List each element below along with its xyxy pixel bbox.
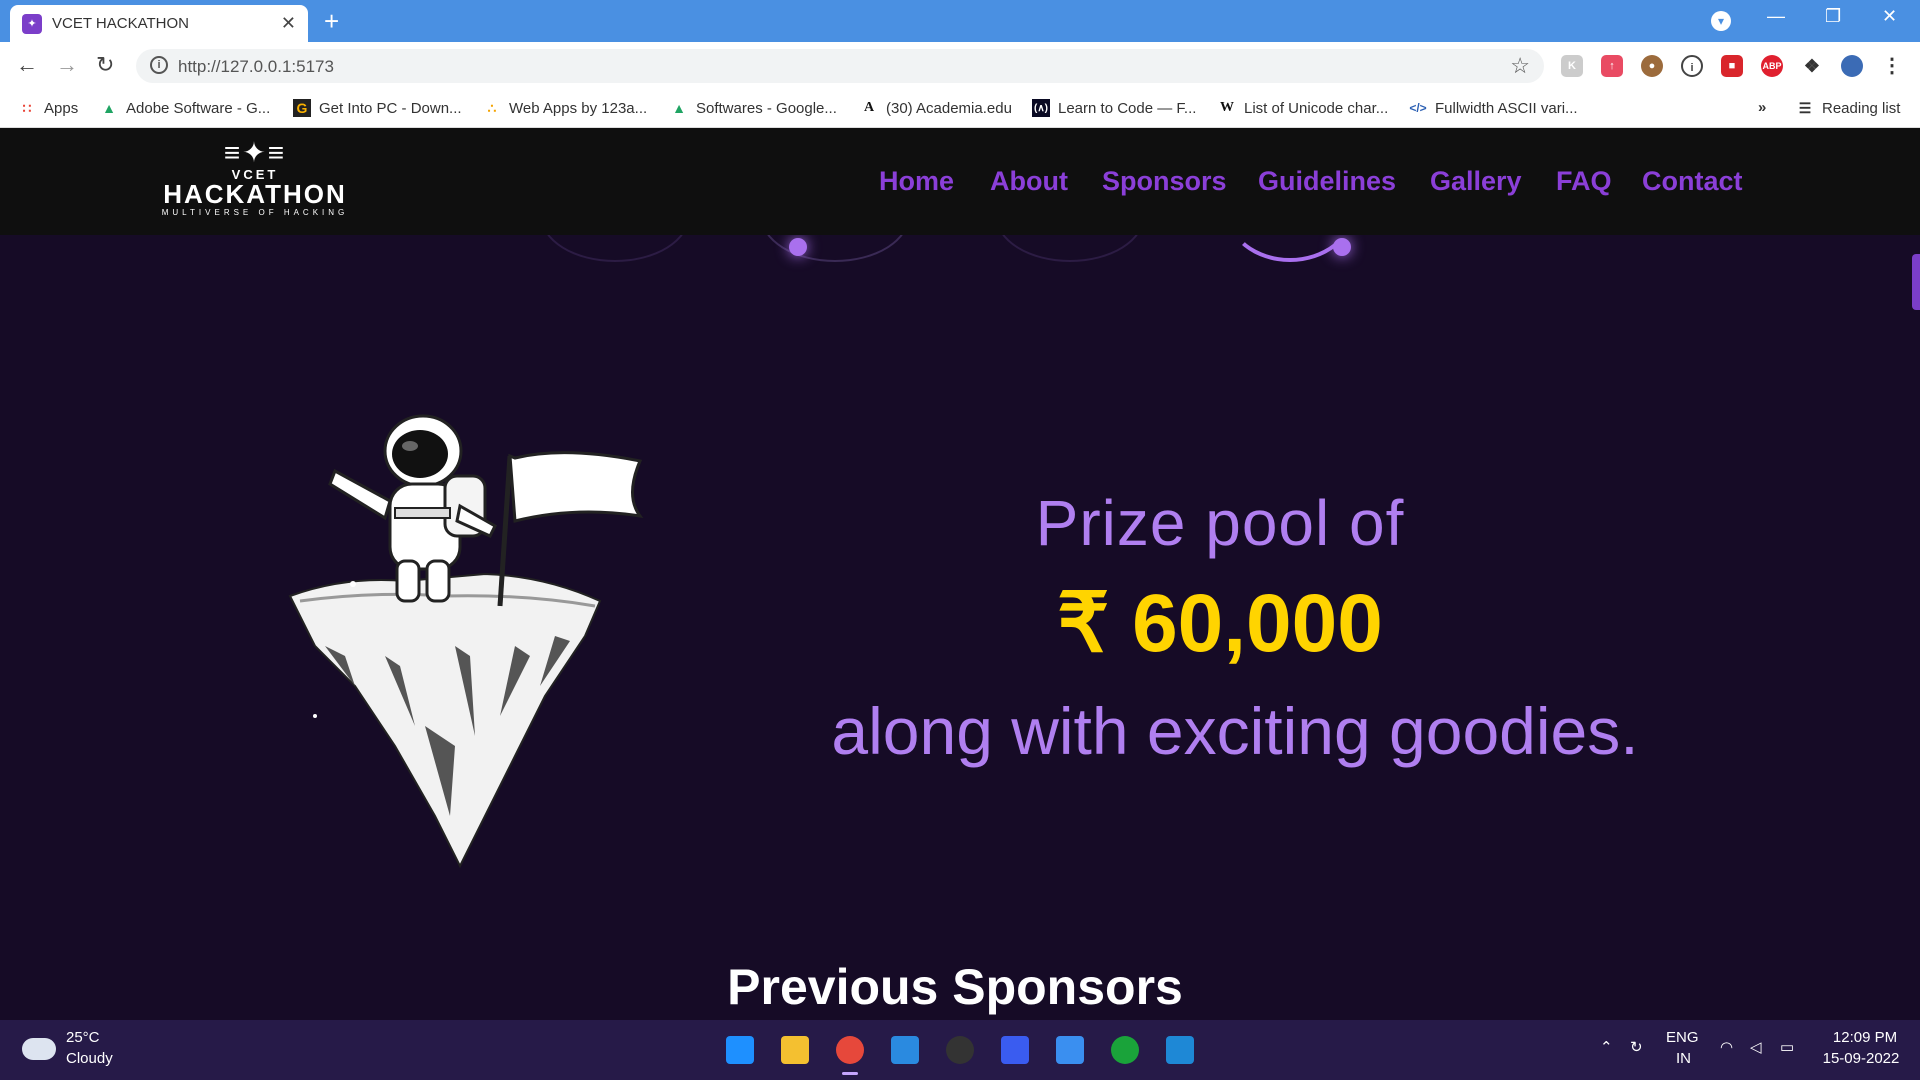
region-code[interactable]: IN [1676, 1050, 1691, 1067]
prize-goodies-text: along with exciting goodies. [831, 694, 1639, 768]
bookmark-fullwidth[interactable]: </> Fullwidth ASCII vari... [1409, 99, 1577, 117]
g-icon: G [293, 99, 311, 117]
drive-icon: ▲ [102, 100, 116, 116]
nav-gallery[interactable]: Gallery [1430, 166, 1522, 197]
forward-icon[interactable]: → [56, 52, 78, 78]
bookmark-adobe[interactable]: ▲ Adobe Software - G... [100, 99, 270, 117]
clock-time[interactable]: 12:09 PM [1826, 1029, 1904, 1046]
drive-icon: ▲ [672, 100, 686, 116]
fcc-icon: (∧) [1032, 99, 1050, 117]
wifi-icon[interactable]: ◠ [1720, 1038, 1733, 1056]
apps-grid-icon: ∷ [22, 99, 32, 116]
dots-icon: ∴ [487, 99, 497, 116]
new-tab-button[interactable]: + [324, 6, 339, 36]
reading-list-icon: ☰ [1798, 99, 1812, 116]
battery-icon[interactable]: ▭ [1780, 1038, 1794, 1056]
profile-avatar[interactable] [1841, 55, 1863, 77]
astronaut-on-island-illustration [288, 414, 644, 869]
todo-icon[interactable] [1056, 1036, 1084, 1064]
tray-chevron-icon[interactable]: ⌃ [1600, 1038, 1613, 1056]
bookmarks-bar: ∷ Apps ▲ Adobe Software - G... G Get Into P… [0, 90, 1920, 128]
nav-home[interactable]: Home [879, 166, 954, 197]
nav-contact[interactable]: Contact [1642, 166, 1743, 197]
site-info-icon[interactable]: i [150, 56, 168, 74]
bookmark-apps[interactable]: ∷ Apps [18, 99, 79, 117]
back-icon[interactable]: ← [16, 52, 38, 78]
volume-icon[interactable]: ◁ [1750, 1038, 1762, 1056]
bookmark-webapps[interactable]: ∴ Web Apps by 123a... [483, 99, 648, 117]
orbit-dot [789, 238, 807, 256]
clock-date[interactable]: 15-09-2022 [1816, 1050, 1906, 1067]
browser-tab-strip: ✦ VCET HACKATHON ✕ + ▾ — ❐ ✕ [0, 0, 1920, 42]
address-bar[interactable]: i http://127.0.0.1:5173 ☆ [136, 49, 1544, 83]
cloud-weather-icon[interactable] [22, 1038, 56, 1060]
nav-sponsors[interactable]: Sponsors [1102, 166, 1227, 197]
weather-temp[interactable]: 25°C [66, 1029, 100, 1046]
bookmark-freecodecamp[interactable]: (∧) Learn to Code — F... [1032, 99, 1196, 117]
menu-kebab-icon[interactable]: ⋮ [1881, 55, 1903, 77]
previous-sponsors-heading: Previous Sponsors [727, 959, 1183, 1015]
wings-emblem-icon: ≡✦≡ [223, 137, 287, 168]
nav-faq[interactable]: FAQ [1556, 166, 1612, 197]
prize-amount: ₹ 60,000 [1057, 578, 1383, 669]
minimize-icon[interactable]: — [1767, 6, 1785, 27]
windows-taskbar: 25°C Cloudy ⌃ ↻ ENG IN ◠ ◁ ▭ 12:09 PM 15… [0, 1020, 1920, 1080]
bookmark-academia[interactable]: A (30) Academia.edu [860, 99, 1012, 117]
extension-icon-4[interactable]: i [1681, 55, 1703, 77]
extension-icon-1[interactable]: K [1561, 55, 1583, 77]
site-logo[interactable]: ≡✦≡ VCET HACKATHON MULTIVERSE OF HACKING [155, 138, 355, 226]
start-windows-icon[interactable] [726, 1036, 754, 1064]
scrollbar-thumb[interactable] [1912, 254, 1920, 310]
app-icon[interactable] [1001, 1036, 1029, 1064]
bookmarks-overflow-button[interactable]: » [1758, 99, 1766, 116]
a-icon: A [863, 100, 875, 115]
extension-icon-2[interactable]: ↑ [1601, 55, 1623, 77]
mail-icon[interactable] [891, 1036, 919, 1064]
nav-guidelines[interactable]: Guidelines [1258, 166, 1396, 197]
obs-icon[interactable] [946, 1036, 974, 1064]
bookmark-getintopc[interactable]: G Get Into PC - Down... [293, 99, 462, 117]
restore-icon[interactable]: ❐ [1825, 6, 1841, 27]
sync-icon[interactable]: ↻ [1630, 1038, 1643, 1056]
chrome-icon[interactable] [836, 1036, 864, 1064]
bookmark-star-icon[interactable]: ☆ [1510, 53, 1530, 79]
cookie-extension-icon[interactable]: ● [1641, 55, 1663, 77]
site-favicon-icon: ✦ [22, 13, 42, 34]
reload-icon[interactable]: ↻ [96, 52, 114, 78]
adblock-plus-icon[interactable]: ABP [1761, 55, 1783, 77]
weather-desc[interactable]: Cloudy [66, 1050, 113, 1067]
browser-tab[interactable]: ✦ VCET HACKATHON ✕ [10, 5, 308, 42]
file-explorer-icon[interactable] [781, 1036, 809, 1064]
address-bar-url[interactable]: http://127.0.0.1:5173 [178, 57, 334, 77]
wikipedia-icon: W [1220, 100, 1234, 115]
xbox-icon[interactable] [1111, 1036, 1139, 1064]
code-icon: </> [1409, 101, 1427, 115]
browser-toolbar: ← → ↻ i http://127.0.0.1:5173 ☆ K ↑ ● i … [0, 42, 1920, 90]
tab-title: VCET HACKATHON [52, 15, 189, 32]
orbit-dot [1333, 238, 1351, 256]
tab-close-icon[interactable]: ✕ [281, 13, 296, 34]
bookmark-softwares[interactable]: ▲ Softwares - Google... [670, 99, 837, 117]
extension-icon-5[interactable]: ■ [1721, 55, 1743, 77]
bookmark-wikipedia[interactable]: W List of Unicode char... [1218, 99, 1388, 117]
reading-list-button[interactable]: ☰ Reading list [1796, 99, 1901, 117]
nav-about[interactable]: About [990, 166, 1068, 197]
site-navbar: ≡✦≡ VCET HACKATHON MULTIVERSE OF HACKING… [0, 128, 1920, 235]
active-app-indicator [842, 1072, 858, 1075]
vscode-icon[interactable] [1166, 1036, 1194, 1064]
extensions-puzzle-icon[interactable]: ❖ [1801, 55, 1823, 77]
language-code[interactable]: ENG [1666, 1029, 1699, 1046]
prize-pool-label: Prize pool of [1035, 487, 1405, 559]
website-viewport: ≡✦≡ VCET HACKATHON MULTIVERSE OF HACKING… [0, 128, 1920, 1020]
tab-search-icon[interactable]: ▾ [1711, 11, 1731, 31]
close-window-icon[interactable]: ✕ [1882, 6, 1897, 27]
